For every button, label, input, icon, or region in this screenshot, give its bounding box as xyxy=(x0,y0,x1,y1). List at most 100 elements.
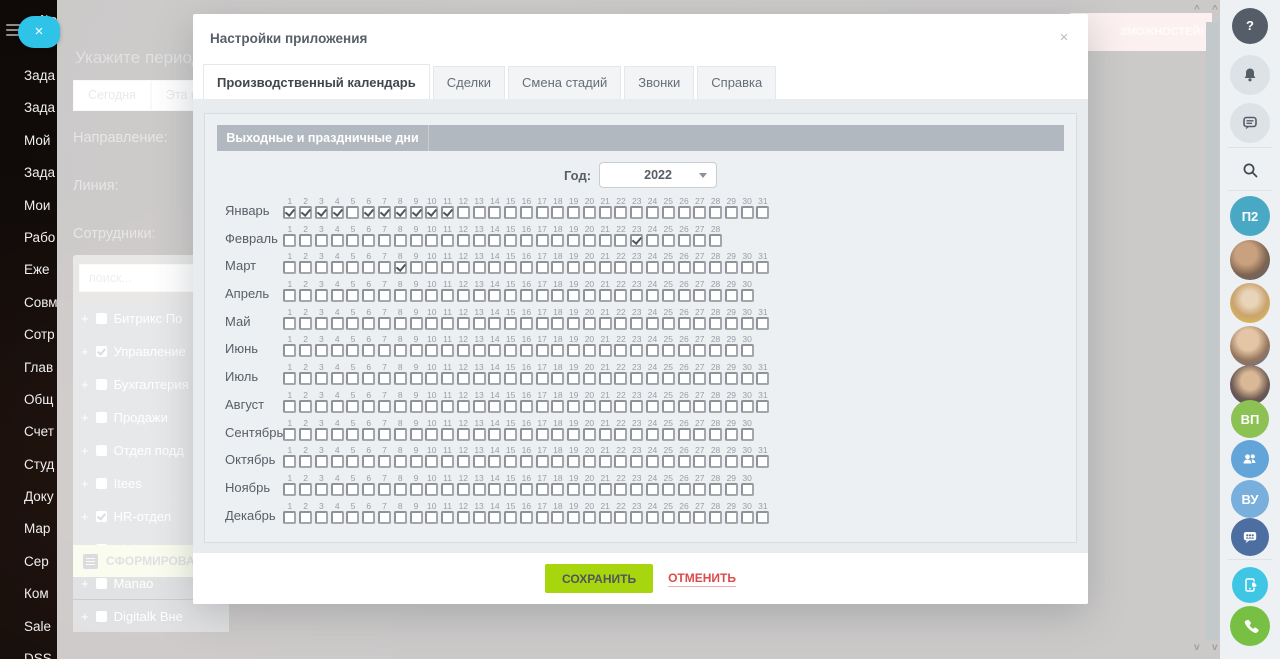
day-checkbox[interactable] xyxy=(661,399,675,413)
day-checkbox[interactable] xyxy=(551,399,565,413)
day-checkbox[interactable] xyxy=(582,372,596,386)
day-checkbox[interactable] xyxy=(488,455,502,469)
day-checkbox[interactable] xyxy=(740,399,754,413)
day-checkbox[interactable] xyxy=(346,455,360,469)
day-checkbox[interactable] xyxy=(630,206,644,219)
day-checkbox[interactable] xyxy=(346,289,360,303)
day-checkbox[interactable] xyxy=(756,372,770,386)
day-checkbox[interactable] xyxy=(456,427,470,441)
day-checkbox[interactable] xyxy=(567,455,581,469)
day-checkbox[interactable] xyxy=(693,289,707,303)
day-checkbox[interactable] xyxy=(377,399,391,413)
day-checkbox[interactable] xyxy=(567,289,581,303)
day-checkbox[interactable] xyxy=(598,289,612,303)
day-checkbox[interactable] xyxy=(535,206,549,219)
day-checkbox[interactable] xyxy=(614,372,628,386)
day-checkbox[interactable] xyxy=(661,455,675,469)
day-checkbox[interactable] xyxy=(393,455,407,469)
day-checkbox[interactable] xyxy=(630,233,644,247)
day-checkbox[interactable] xyxy=(551,344,565,358)
tab-inactive[interactable]: Справка xyxy=(697,66,777,99)
day-checkbox[interactable] xyxy=(299,482,313,496)
sidebar-menu-item[interactable]: Рабо xyxy=(24,222,57,254)
day-checkbox[interactable] xyxy=(472,289,486,303)
day-checkbox[interactable] xyxy=(519,510,533,524)
day-checkbox[interactable] xyxy=(330,427,344,441)
day-checkbox[interactable] xyxy=(693,372,707,386)
scroll-up-icon[interactable]: ^ xyxy=(1212,4,1218,15)
day-checkbox[interactable] xyxy=(630,344,644,358)
day-checkbox[interactable] xyxy=(551,289,565,303)
day-checkbox[interactable] xyxy=(472,482,486,496)
day-checkbox[interactable] xyxy=(346,482,360,496)
day-checkbox[interactable] xyxy=(551,510,565,524)
day-checkbox[interactable] xyxy=(425,455,439,469)
day-checkbox[interactable] xyxy=(330,206,344,219)
scroll-down-icon[interactable]: v xyxy=(1212,642,1218,653)
day-checkbox[interactable] xyxy=(519,206,533,219)
day-checkbox[interactable] xyxy=(283,427,297,441)
day-checkbox[interactable] xyxy=(551,482,565,496)
day-checkbox[interactable] xyxy=(614,510,628,524)
day-checkbox[interactable] xyxy=(630,455,644,469)
day-checkbox[interactable] xyxy=(362,510,376,524)
day-checkbox[interactable] xyxy=(582,289,596,303)
day-checkbox[interactable] xyxy=(693,206,707,219)
day-checkbox[interactable] xyxy=(677,399,691,413)
day-checkbox[interactable] xyxy=(535,399,549,413)
menu-close-button[interactable]: × xyxy=(18,16,60,48)
sidebar-menu-item[interactable]: Мар xyxy=(24,513,57,545)
day-checkbox[interactable] xyxy=(377,372,391,386)
tab-inactive[interactable]: Звонки xyxy=(624,66,695,99)
day-checkbox[interactable] xyxy=(393,316,407,330)
day-checkbox[interactable] xyxy=(504,261,518,275)
day-checkbox[interactable] xyxy=(519,372,533,386)
day-checkbox[interactable] xyxy=(488,206,502,219)
day-checkbox[interactable] xyxy=(425,344,439,358)
day-checkbox[interactable] xyxy=(567,261,581,275)
day-checkbox[interactable] xyxy=(504,482,518,496)
day-checkbox[interactable] xyxy=(756,455,770,469)
day-checkbox[interactable] xyxy=(677,233,691,247)
day-checkbox[interactable] xyxy=(709,206,723,219)
day-checkbox[interactable] xyxy=(661,316,675,330)
day-checkbox[interactable] xyxy=(488,399,502,413)
day-checkbox[interactable] xyxy=(630,510,644,524)
day-checkbox[interactable] xyxy=(598,372,612,386)
day-checkbox[interactable] xyxy=(330,510,344,524)
sidebar-menu-item[interactable]: Ком xyxy=(24,578,57,610)
day-checkbox[interactable] xyxy=(362,344,376,358)
day-checkbox[interactable] xyxy=(598,399,612,413)
day-checkbox[interactable] xyxy=(740,372,754,386)
day-checkbox[interactable] xyxy=(456,289,470,303)
day-checkbox[interactable] xyxy=(346,399,360,413)
day-checkbox[interactable] xyxy=(504,427,518,441)
day-checkbox[interactable] xyxy=(551,233,565,247)
day-checkbox[interactable] xyxy=(582,399,596,413)
day-checkbox[interactable] xyxy=(393,344,407,358)
day-checkbox[interactable] xyxy=(661,233,675,247)
day-checkbox[interactable] xyxy=(441,399,455,413)
day-checkbox[interactable] xyxy=(362,482,376,496)
day-checkbox[interactable] xyxy=(330,233,344,247)
day-checkbox[interactable] xyxy=(645,316,659,330)
day-checkbox[interactable] xyxy=(441,206,455,219)
day-checkbox[interactable] xyxy=(377,344,391,358)
day-checkbox[interactable] xyxy=(551,261,565,275)
day-checkbox[interactable] xyxy=(456,261,470,275)
day-checkbox[interactable] xyxy=(504,316,518,330)
day-checkbox[interactable] xyxy=(362,289,376,303)
day-checkbox[interactable] xyxy=(661,372,675,386)
day-checkbox[interactable] xyxy=(582,261,596,275)
day-checkbox[interactable] xyxy=(283,344,297,358)
group-chat-icon[interactable] xyxy=(1231,518,1269,556)
day-checkbox[interactable] xyxy=(472,233,486,247)
day-checkbox[interactable] xyxy=(330,372,344,386)
day-checkbox[interactable] xyxy=(598,455,612,469)
day-checkbox[interactable] xyxy=(551,372,565,386)
day-checkbox[interactable] xyxy=(504,455,518,469)
day-checkbox[interactable] xyxy=(393,261,407,275)
day-checkbox[interactable] xyxy=(614,344,628,358)
day-checkbox[interactable] xyxy=(519,427,533,441)
day-checkbox[interactable] xyxy=(362,455,376,469)
